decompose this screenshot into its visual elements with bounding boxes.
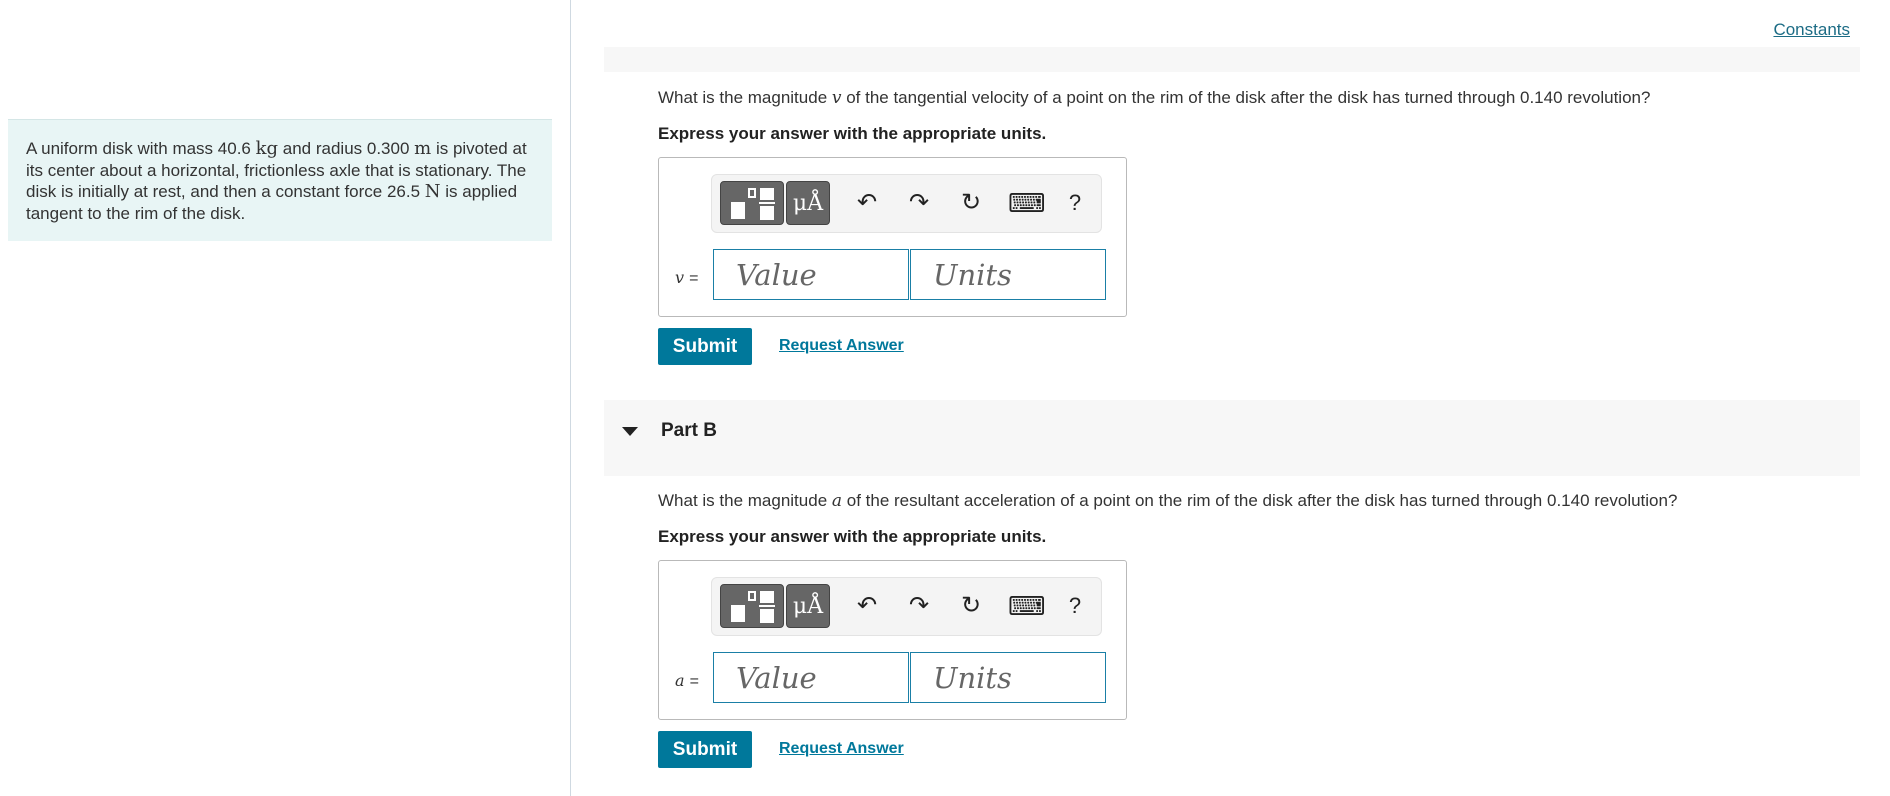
part-b-math-toolbar: μÅ ↶ ↷ ↻ ⌨ ?	[711, 577, 1102, 636]
templates-button[interactable]	[720, 584, 784, 628]
redo-icon[interactable]: ↷	[904, 188, 934, 218]
keyboard-icon[interactable]: ⌨	[1008, 591, 1046, 621]
reset-icon[interactable]: ↻	[956, 188, 986, 218]
part-a-question: What is the magnitude v of the tangentia…	[658, 88, 1650, 108]
reset-icon[interactable]: ↻	[956, 591, 986, 621]
panel-divider	[570, 0, 571, 796]
part-a-variable-label: v =	[675, 268, 698, 288]
problem-text-2: and radius 0.300	[278, 139, 415, 158]
part-b-variable-label: a =	[675, 671, 699, 691]
part-a-question-pre: What is the magnitude	[658, 88, 832, 107]
part-b-header-bar	[604, 400, 1860, 476]
units-button[interactable]: μÅ	[786, 584, 830, 628]
part-a-units-input[interactable]	[910, 249, 1106, 300]
part-a-eq: =	[689, 270, 699, 287]
part-b-value-input[interactable]	[713, 652, 909, 703]
collapse-caret-icon[interactable]	[622, 427, 638, 436]
part-a-value-input[interactable]	[713, 249, 909, 300]
redo-icon[interactable]: ↷	[904, 591, 934, 621]
part-b-var: a	[675, 671, 685, 690]
undo-icon[interactable]: ↶	[852, 591, 882, 621]
keyboard-icon[interactable]: ⌨	[1008, 188, 1046, 218]
part-b-question-var: a	[831, 491, 843, 511]
problem-panel: A uniform disk with mass 40.6 kg and rad…	[0, 0, 570, 796]
problem-statement: A uniform disk with mass 40.6 kg and rad…	[8, 119, 552, 241]
templates-button[interactable]	[720, 181, 784, 225]
part-a-var: v	[675, 268, 685, 287]
part-b-answer-box: μÅ ↶ ↷ ↻ ⌨ ? a =	[658, 560, 1127, 720]
part-a-math-toolbar: μÅ ↶ ↷ ↻ ⌨ ?	[711, 174, 1102, 233]
part-b-title[interactable]: Part B	[661, 420, 717, 442]
part-b-eq: =	[689, 673, 699, 690]
part-a-header-bar	[604, 47, 1860, 72]
part-b-question-pre: What is the magnitude	[658, 491, 832, 510]
part-a-question-post: of the tangential velocity of a point on…	[841, 88, 1651, 107]
constants-link[interactable]: Constants	[1773, 20, 1850, 40]
part-b-submit-button[interactable]: Submit	[658, 731, 752, 768]
problem-text-1: A uniform disk with mass 40.6	[26, 139, 256, 158]
part-a-request-answer-link[interactable]: Request Answer	[779, 337, 904, 355]
part-a-instruction: Express your answer with the appropriate…	[658, 124, 1047, 143]
unit-n: N	[424, 181, 441, 202]
part-b-question-post: of the resultant acceleration of a point…	[842, 491, 1678, 510]
part-b-request-answer-link[interactable]: Request Answer	[779, 740, 904, 758]
part-a-answer-box: μÅ ↶ ↷ ↻ ⌨ ? v =	[658, 157, 1127, 317]
undo-icon[interactable]: ↶	[852, 188, 882, 218]
unit-m: m	[414, 138, 432, 159]
help-icon[interactable]: ?	[1060, 188, 1090, 218]
unit-kg: kg	[255, 138, 279, 159]
part-b-question: What is the magnitude a of the resultant…	[658, 491, 1677, 511]
part-a-submit-button[interactable]: Submit	[658, 328, 752, 365]
part-b-instruction: Express your answer with the appropriate…	[658, 527, 1047, 546]
part-b-units-input[interactable]	[910, 652, 1106, 703]
help-icon[interactable]: ?	[1060, 591, 1090, 621]
units-button[interactable]: μÅ	[786, 181, 830, 225]
